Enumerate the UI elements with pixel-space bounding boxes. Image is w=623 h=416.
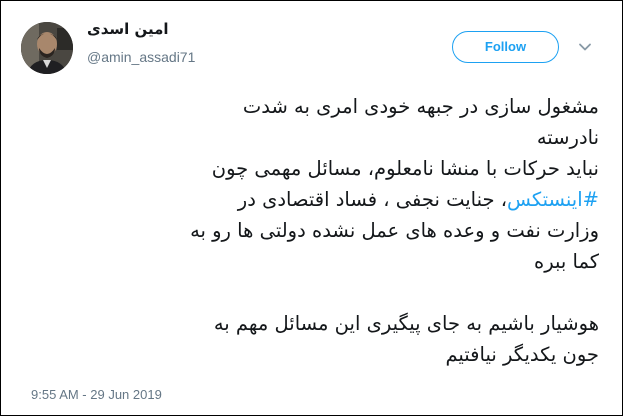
display-name[interactable]: امین اسدی	[87, 20, 169, 38]
tweet-line: نادرسته	[536, 126, 599, 149]
tweet-text: مشغول سازی در جبهه خودی امری به شدت نادر…	[21, 91, 599, 370]
tweet-line: وزارت نفت و وعده های عمل نشده دولتی ها ر…	[190, 219, 599, 242]
tweet-line: هوشیار باشیم به جای پیگیری این مسائل مهم…	[213, 312, 599, 335]
tweet-line: کما ببره	[534, 250, 599, 273]
user-handle[interactable]: @amin_assadi71	[87, 49, 195, 65]
tweet-line: جون یکدیگر نیافتیم	[445, 343, 599, 366]
follow-button[interactable]: Follow	[452, 31, 559, 63]
profile-photo-icon	[21, 22, 73, 74]
tweet-line: نباید حرکات با منشا نامعلوم، مسائل مهمی …	[211, 157, 599, 180]
tweet-line: #اینستکس، جنایت نجفی ، فساد اقتصادی در	[21, 184, 599, 215]
tweet-line: مشغول سازی در جبهه خودی امری به شدت	[242, 95, 599, 118]
tweet-card: امین اسدی @amin_assadi71 Follow مشغول سا…	[0, 0, 623, 416]
chevron-down-icon[interactable]	[577, 39, 593, 55]
timestamp-link[interactable]: 9:55 AM - 29 Jun 2019	[31, 387, 162, 402]
hashtag-link[interactable]: #اینستکس	[507, 188, 599, 211]
tweet-line-rest: ، جنایت نجفی ، فساد اقتصادی در	[237, 188, 508, 211]
avatar[interactable]	[21, 22, 73, 74]
